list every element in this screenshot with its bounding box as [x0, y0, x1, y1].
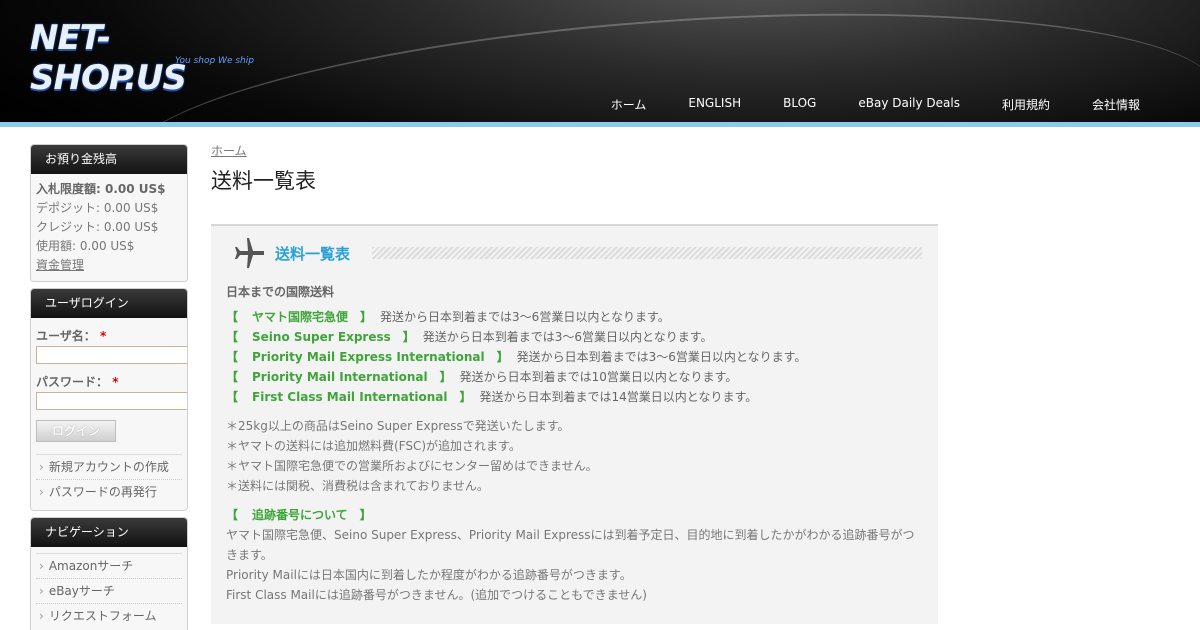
- login-block-title: ユーザログイン: [31, 289, 187, 318]
- service-row: 【Seino Super Express】発送から日本到着までは3～6営業日以内…: [226, 330, 713, 344]
- balance-block-title: お預り金残高: [31, 145, 187, 174]
- site-logo[interactable]: NET-SHOP.US You shop We ship: [30, 18, 254, 98]
- service-row: 【ヤマト国際宅急便】発送から日本到着までは3～6営業日以内となります。: [226, 310, 670, 324]
- panel-title-hatch-decoration: [372, 247, 922, 259]
- note-item: ＊ヤマトの送料には追加燃料費(FSC)が追加されます。: [226, 439, 521, 453]
- reset-password-link[interactable]: パスワードの再発行: [36, 479, 182, 504]
- service-desc: 発送から日本到着までは3～6営業日以内となります。: [516, 350, 807, 364]
- login-button[interactable]: ログイン: [36, 420, 116, 442]
- nav-item-request-form[interactable]: リクエストフォーム: [36, 603, 182, 628]
- tracking-line: First Class Mailには追跡番号がつきません。(追加でつけることもで…: [226, 588, 647, 602]
- note-item: ＊25kg以上の商品はSeino Super Expressで発送いたします。: [226, 419, 570, 433]
- nav-ebay-daily-deals[interactable]: eBay Daily Deals: [858, 96, 960, 113]
- bid-limit: 入札限度額: 0.00 US$: [36, 182, 166, 196]
- credit-amount: クレジット: 0.00 US$: [36, 220, 159, 234]
- service-desc: 発送から日本到着までは14営業日以内となります。: [479, 390, 758, 404]
- service-row: 【Priority Mail International】発送から日本到着までは…: [226, 370, 738, 384]
- shipping-panel: 送料一覧表 日本までの国際送料 【ヤマト国際宅急便】発送から日本到着までは3～6…: [211, 224, 938, 624]
- service-row: 【First Class Mail International】発送から日本到着…: [226, 390, 758, 404]
- login-block: ユーザログイン ユーザ名： * パスワード： * ログイン 新規アカウントの作成…: [30, 288, 188, 511]
- service-name: First Class Mail International: [252, 390, 448, 404]
- shipping-subtitle: 日本までの国際送料: [226, 285, 335, 299]
- required-mark: *: [112, 375, 119, 389]
- page-title: 送料一覧表: [211, 169, 316, 193]
- required-mark: *: [99, 329, 107, 343]
- password-label: パスワード： *: [36, 375, 119, 389]
- service-name: Priority Mail International: [252, 370, 428, 384]
- tracking-title: 追跡番号について: [252, 508, 348, 522]
- main-content: ホーム 送料一覧表 送料一覧表 日本までの国際送料 【ヤマト国際宅急便】発送から…: [211, 144, 938, 630]
- login-links: 新規アカウントの作成 パスワードの再発行: [36, 454, 182, 504]
- nav-item-amazon-search[interactable]: Amazonサーチ: [36, 553, 182, 578]
- site-header: NET-SHOP.US You shop We ship ホーム ENGLISH…: [0, 0, 1200, 122]
- logo-tagline: You shop We ship: [175, 56, 254, 66]
- note-item: ＊ヤマト国際宅急便での営業所およびにセンター留めはできません。: [226, 459, 598, 473]
- nav-english[interactable]: ENGLISH: [688, 96, 741, 113]
- nav-item-ebay-search[interactable]: eBayサーチ: [36, 578, 182, 603]
- service-desc: 発送から日本到着までは10営業日以内となります。: [459, 370, 738, 384]
- tracking-line: Priority Mailには日本国内に到着したか程度がわかる追跡番号がつきます…: [226, 568, 632, 582]
- sidebar: お預り金残高 入札限度額: 0.00 US$ デポジット: 0.00 US$ ク…: [30, 144, 188, 630]
- navigation-block: ナビゲーション Amazonサーチ eBayサーチ リクエストフォーム: [30, 517, 188, 630]
- nav-home[interactable]: ホーム: [611, 96, 647, 113]
- nav-blog[interactable]: BLOG: [783, 96, 816, 113]
- password-input[interactable]: [36, 392, 187, 410]
- deposit-amount: デポジット: 0.00 US$: [36, 201, 159, 215]
- tracking-line: ヤマト国際宅急便、Seino Super Express、Priority Ma…: [226, 528, 915, 562]
- service-desc: 発送から日本到着までは3～6営業日以内となります。: [422, 330, 713, 344]
- service-name: Priority Mail Express International: [252, 350, 485, 364]
- panel-title: 送料一覧表: [275, 244, 351, 263]
- service-desc: 発送から日本到着までは3～6営業日以内となります。: [380, 310, 670, 324]
- nav-terms[interactable]: 利用規約: [1002, 96, 1050, 113]
- create-account-link[interactable]: 新規アカウントの作成: [36, 454, 182, 479]
- main-nav: ホーム ENGLISH BLOG eBay Daily Deals 利用規約 会…: [611, 96, 1140, 113]
- used-amount: 使用額: 0.00 US$: [36, 239, 135, 253]
- nav-company-info[interactable]: 会社情報: [1092, 96, 1140, 113]
- note-item: ＊送料には関税、消費税は含まれておりません。: [226, 479, 489, 493]
- shipping-notes: ＊25kg以上の商品はSeino Super Expressで発送いたします。 …: [226, 416, 922, 496]
- username-label: ユーザ名： *: [36, 329, 107, 343]
- breadcrumb-home[interactable]: ホーム: [211, 144, 938, 158]
- service-name: Seino Super Express: [252, 330, 391, 344]
- navigation-block-title: ナビゲーション: [31, 518, 187, 547]
- service-name: ヤマト国際宅急便: [252, 310, 349, 324]
- airplane-icon: [235, 238, 264, 268]
- tracking-heading: 【追跡番号について】: [226, 508, 372, 522]
- funds-management-link[interactable]: 資金管理: [36, 256, 182, 275]
- service-row: 【Priority Mail Express International】発送か…: [226, 350, 807, 364]
- panel-header: 送料一覧表: [226, 236, 922, 270]
- balance-block: お預り金残高 入札限度額: 0.00 US$ デポジット: 0.00 US$ ク…: [30, 144, 188, 282]
- username-input[interactable]: [36, 346, 187, 364]
